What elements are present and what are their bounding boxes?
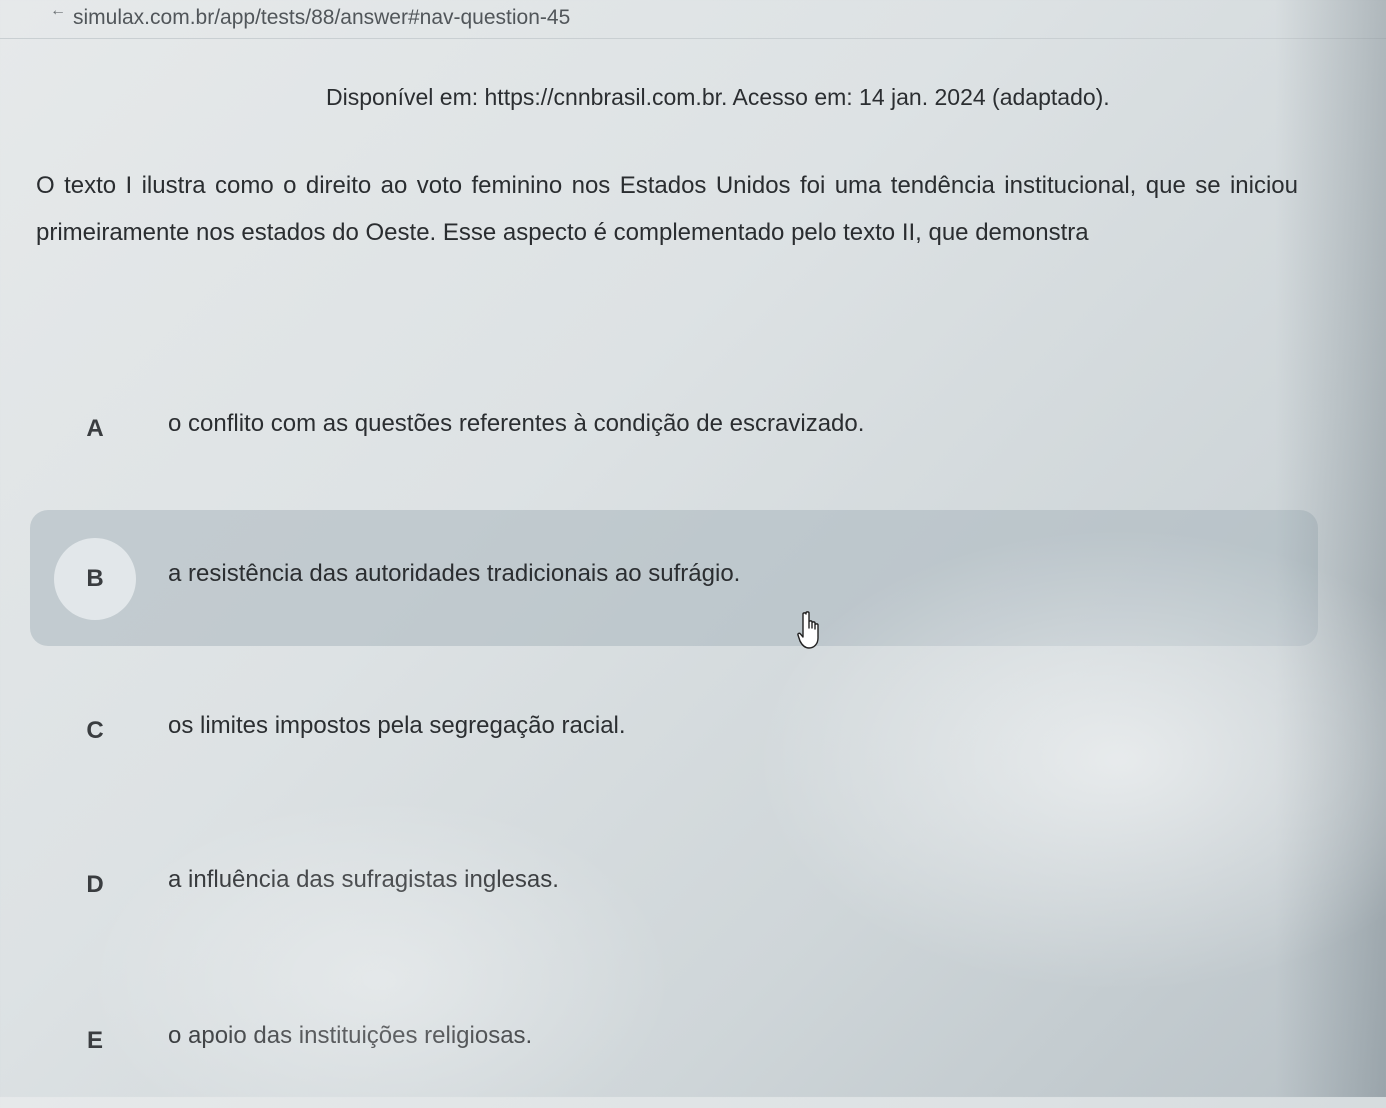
back-arrow-icon[interactable]: ← xyxy=(50,2,70,20)
option-letter: E xyxy=(86,1027,103,1054)
option-letter-badge: B xyxy=(54,538,136,620)
option-a[interactable]: A o conflito com as questões referentes … xyxy=(30,360,1318,496)
url-text[interactable]: simulax.com.br/app/tests/88/answer#nav-q… xyxy=(73,6,570,30)
option-text: os limites impostos pela segregação raci… xyxy=(168,712,626,739)
option-text: a influência das sufragistas inglesas. xyxy=(168,866,559,893)
question-prompt: O texto I ilustra como o direito ao voto… xyxy=(36,172,1298,246)
option-letter: B xyxy=(86,565,104,592)
option-letter-badge: E xyxy=(54,1000,136,1082)
option-letter: C xyxy=(86,717,104,744)
option-e[interactable]: E o apoio das instituições religiosas. xyxy=(30,972,1318,1108)
option-letter-badge: A xyxy=(54,388,136,470)
option-text: o apoio das instituições religiosas. xyxy=(168,1022,533,1049)
option-b[interactable]: B a resistência das autoridades tradicio… xyxy=(30,510,1318,646)
option-d[interactable]: D a influência das sufragistas inglesas. xyxy=(30,816,1318,952)
option-letter: D xyxy=(86,871,104,898)
hand-pointer-icon xyxy=(797,611,819,649)
option-c[interactable]: C os limites impostos pela segregação ra… xyxy=(30,662,1318,798)
source-citation: Disponível em: https://cnnbrasil.com.br.… xyxy=(326,84,1110,110)
address-bar[interactable]: ← simulax.com.br/app/tests/88/answer#nav… xyxy=(0,0,1386,39)
option-text: a resistência das autoridades tradiciona… xyxy=(168,560,741,587)
option-letter: A xyxy=(86,415,104,442)
option-text: o conflito com as questões referentes à … xyxy=(168,410,865,437)
option-letter-badge: D xyxy=(54,844,136,926)
option-letter-badge: C xyxy=(54,690,136,772)
